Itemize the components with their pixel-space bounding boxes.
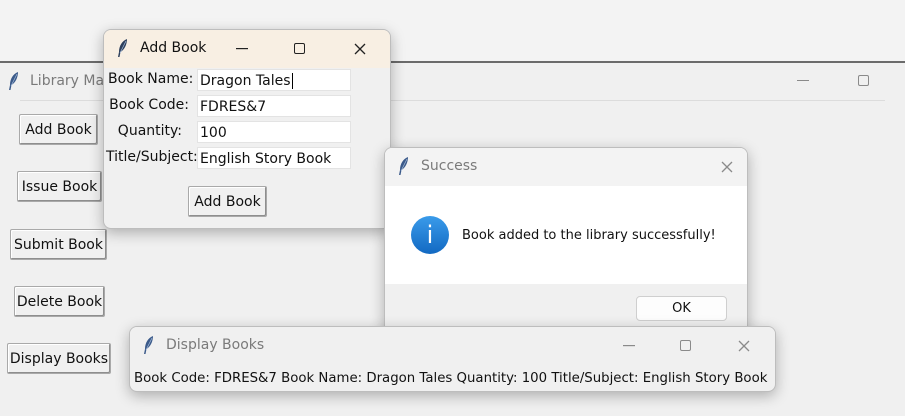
feather-icon — [118, 39, 127, 57]
close-icon — [738, 340, 750, 352]
display-books-button[interactable]: Display Books — [7, 343, 111, 374]
close-icon — [721, 161, 733, 173]
info-glyph: i — [426, 221, 434, 249]
book-code-label: Book Code: — [109, 97, 189, 113]
minimize-button[interactable] — [788, 71, 818, 91]
book-code-input[interactable]: FDRES&7 — [197, 95, 351, 117]
success-dialog: Success i Book added to the library succ… — [384, 147, 748, 336]
text-caret — [291, 73, 293, 89]
minimize-icon — [797, 80, 809, 81]
maximize-icon — [294, 43, 305, 54]
display-books-window: Display Books Book Code: FDRES&7 Book Na… — [129, 326, 776, 392]
delete-book-button[interactable]: Delete Book — [14, 286, 105, 317]
add-book-button[interactable]: Add Book — [19, 114, 98, 145]
display-minimize-button[interactable] — [614, 336, 644, 356]
close-icon — [354, 43, 366, 55]
add-book-title: Add Book — [140, 40, 207, 56]
success-title: Success — [421, 158, 478, 174]
display-close-button[interactable] — [729, 336, 759, 356]
add-book-dialog: Add Book Book Name: Dragon Tales Book Co… — [103, 29, 391, 229]
submit-book-button[interactable]: Submit Book — [10, 229, 107, 260]
quantity-label: Quantity: — [117, 123, 182, 139]
feather-icon — [144, 336, 153, 354]
title-subject-input[interactable]: English Story Book — [197, 147, 351, 169]
book-record-text: Book Code: FDRES&7 Book Name: Dragon Tal… — [134, 371, 768, 386]
success-titlebar[interactable]: Success — [385, 148, 747, 186]
title-subject-label: Title/Subject: — [106, 149, 198, 165]
display-maximize-button[interactable] — [671, 336, 701, 356]
maximize-icon — [680, 340, 691, 351]
book-name-input[interactable]: Dragon Tales — [197, 69, 351, 91]
add-book-submit-button[interactable]: Add Book — [188, 186, 267, 217]
book-name-value: Dragon Tales — [200, 73, 291, 89]
maximize-button[interactable] — [849, 71, 879, 91]
issue-book-button[interactable]: Issue Book — [17, 171, 102, 202]
success-message: Book added to the library successfully! — [462, 228, 716, 243]
add-book-titlebar[interactable]: Add Book — [104, 30, 390, 68]
quantity-input[interactable]: 100 — [197, 121, 351, 143]
add-dialog-minimize-button[interactable] — [227, 39, 257, 59]
add-dialog-maximize-button[interactable] — [285, 39, 315, 59]
minimize-icon — [623, 345, 635, 347]
book-name-label: Book Name: — [108, 71, 194, 87]
ok-button[interactable]: OK — [636, 296, 727, 321]
display-window-title: Display Books — [166, 337, 265, 353]
minimize-icon — [236, 48, 248, 50]
main-window-title: Library Ma — [30, 73, 105, 89]
success-close-button[interactable] — [712, 157, 742, 177]
maximize-icon — [858, 75, 869, 86]
display-titlebar[interactable]: Display Books — [130, 327, 775, 365]
add-dialog-close-button[interactable] — [345, 39, 375, 59]
feather-icon — [399, 157, 408, 175]
feather-icon — [9, 72, 18, 90]
info-icon: i — [411, 216, 449, 254]
